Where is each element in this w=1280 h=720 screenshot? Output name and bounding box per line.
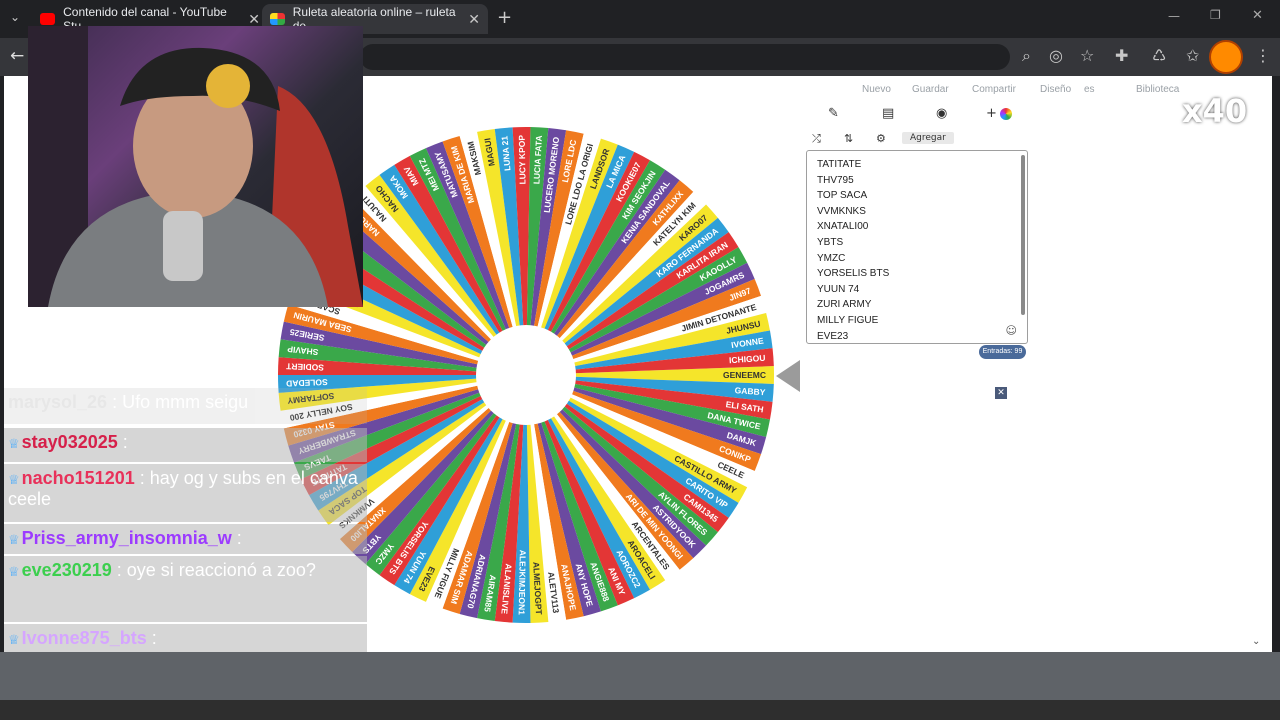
streamer-figure [28, 26, 363, 307]
chat-username: nacho151201 [21, 468, 135, 488]
entry-item[interactable]: YUUN 74 [817, 282, 889, 298]
favorites-icon[interactable]: ✩ [1186, 46, 1199, 65]
menu-biblioteca[interactable]: Biblioteca [1136, 84, 1179, 95]
menu-language[interactable]: es [1084, 84, 1095, 95]
sort-icon[interactable]: ⇅ [844, 132, 853, 145]
avatar-orb-icon [1209, 40, 1243, 74]
omnibox[interactable] [360, 44, 1010, 70]
chat-text: : [117, 432, 128, 452]
entry-item[interactable]: ZURI ARMY [817, 297, 889, 313]
close-tab-icon[interactable]: ✕ [468, 11, 480, 28]
entries-toolbar: ✎ ▤ ◉ + ⤮ ⇅ ⚙ Agregar [806, 104, 1028, 148]
wheel-pointer-icon [776, 360, 800, 392]
shuffle-icon[interactable]: ⤮ [812, 132, 821, 146]
chat-username: Priss_army_insomnia_w [21, 528, 232, 548]
entries-list: TATITATE THV795 TOP SACA VVMKNKS XNATALI00 YB… [817, 157, 889, 343]
ruleta-favicon-icon [270, 13, 285, 25]
chat-message: ♕ nacho151201 : hay og y subs en el canva… [4, 464, 367, 522]
wheel-slice-label: SODIERT [285, 361, 324, 372]
chat-overlay: marysol_26 : Ufo mmm seigu ♕ stay032025 : ♕… [0, 388, 367, 696]
entry-item[interactable]: EVE23 [817, 329, 889, 343]
menu-nuevo[interactable]: Nuevo [862, 84, 891, 95]
entries-scrollbar[interactable] [1021, 155, 1025, 315]
wheel-slice-label: LUCY KPOP [517, 135, 528, 185]
maximize-icon[interactable]: ❐ [1210, 8, 1221, 22]
menu-compartir[interactable]: Compartir [972, 84, 1016, 95]
search-icon[interactable]: ⌕ [1022, 46, 1031, 66]
add-icon[interactable]: + [986, 106, 997, 121]
close-window-icon[interactable]: ✕ [1252, 8, 1263, 23]
chat-badge-icon: ♕ [8, 632, 20, 647]
extensions-icon[interactable]: ✚ [1115, 46, 1128, 65]
wheel-center[interactable] [476, 325, 576, 425]
chat-text: : [146, 628, 157, 648]
wheel-slice-label: GENEEMC [723, 370, 766, 380]
entry-item[interactable]: MILLY FIGUE [817, 313, 889, 329]
entry-item[interactable]: XNATALI00 [817, 219, 889, 235]
reader-icon[interactable]: ◎ [1049, 46, 1063, 65]
chat-username: eve230219 [21, 560, 112, 580]
chat-text: : Ufo mmm seigu [107, 392, 249, 412]
menu-dots-icon[interactable]: ⋮ [1255, 46, 1271, 65]
chat-username: Ivonne875_bts [21, 628, 147, 648]
minimize-icon[interactable]: — [1168, 9, 1180, 23]
chat-badge-icon: ♕ [8, 472, 20, 487]
tab-list-chevron-icon[interactable]: ⌄ [10, 10, 20, 24]
chat-badge-icon: ♕ [8, 436, 20, 451]
wheel-slice-label: SOLEDAD [286, 377, 328, 388]
youtube-icon [40, 13, 56, 25]
chat-text: : oye si reaccionó a zoo? [111, 560, 316, 580]
chat-message: ♕ Priss_army_insomnia_w : [4, 524, 367, 554]
entry-item[interactable]: TATITATE [817, 157, 889, 173]
chat-username: marysol_26 [8, 392, 108, 412]
entry-item[interactable]: YORSELIS BTS [817, 266, 889, 282]
entry-item[interactable]: YBTS [817, 235, 889, 251]
chat-username: stay032025 [21, 432, 118, 452]
clipboard-icon[interactable]: ▤ [882, 106, 894, 121]
entry-item[interactable]: TOP SACA [817, 188, 889, 204]
chat-message: ♕ stay032025 : [4, 428, 367, 462]
color-wheel-icon[interactable] [1000, 108, 1012, 120]
scroll-down-icon[interactable]: ⌄ [1252, 636, 1260, 647]
chat-message: marysol_26 : Ufo mmm seigu [4, 388, 367, 424]
new-tab-icon[interactable]: + [497, 7, 512, 28]
entries-count-badge: Entradas: 99 [979, 345, 1026, 359]
edit-icon[interactable]: ✎ [828, 106, 839, 121]
menu-diseno[interactable]: Diseño [1040, 84, 1071, 95]
close-icon[interactable]: ✕ [995, 387, 1007, 399]
chat-badge-icon: ♕ [8, 564, 20, 579]
hide-icon[interactable]: ◉ [936, 106, 947, 121]
entry-item[interactable]: VVMKNKS [817, 204, 889, 220]
close-tab-icon[interactable]: ✕ [248, 11, 260, 28]
chat-text: : [231, 528, 242, 548]
chat-badge-icon: ♕ [8, 532, 20, 547]
multiplier-label: x40 [1182, 92, 1248, 130]
add-entries-button[interactable]: Agregar [902, 132, 954, 144]
sync-icon[interactable]: ♺ [1152, 46, 1166, 65]
entry-item[interactable]: YMZC [817, 251, 889, 267]
entry-item[interactable]: THV795 [817, 173, 889, 189]
back-icon[interactable]: ← [10, 46, 24, 66]
chat-message: ♕ eve230219 : oye si reaccionó a zoo? [4, 556, 367, 622]
taskbar-strip [0, 700, 1280, 720]
star-icon[interactable]: ☆ [1080, 46, 1094, 65]
settings-icon[interactable]: ⚙ [876, 132, 886, 145]
wheel-slice-label: ALEJKIMJEON1 [517, 550, 528, 616]
entries-textarea[interactable]: TATITATE THV795 TOP SACA VVMKNKS XNATALI00 YB… [806, 150, 1028, 344]
emoji-icon[interactable]: ☺ [1006, 324, 1017, 337]
webcam-overlay [28, 26, 363, 307]
menu-guardar[interactable]: Guardar [912, 84, 949, 95]
